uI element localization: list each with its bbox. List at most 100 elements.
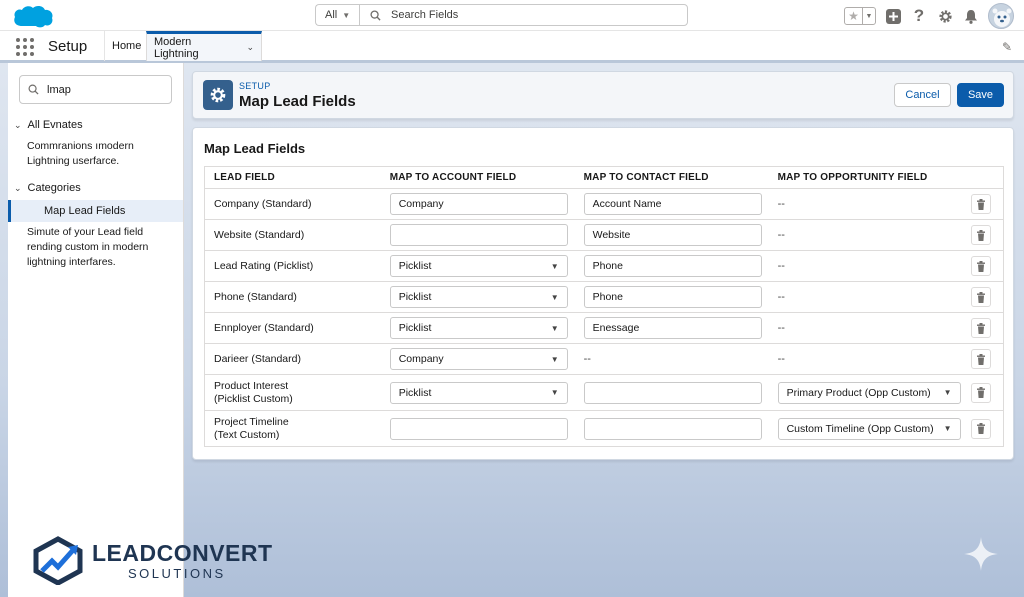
opportunity-field-empty: -- bbox=[777, 260, 785, 272]
account-field-value: Company bbox=[398, 353, 444, 365]
table-row: Project Timeline (Text Custom) Custom Time… bbox=[204, 410, 1004, 447]
account-field-value: Company bbox=[398, 198, 444, 210]
opportunity-field-cell: -- bbox=[768, 250, 962, 282]
sidebar-section-label: All Evnates bbox=[27, 119, 83, 131]
tab-home-label: Home bbox=[112, 40, 142, 52]
contact-field-input[interactable] bbox=[583, 381, 762, 404]
chevron-down-icon: ▼ bbox=[550, 292, 559, 302]
contact-field-input[interactable]: Account Name bbox=[583, 193, 762, 215]
contact-field-value: Account Name bbox=[592, 198, 662, 210]
row-actions-cell bbox=[961, 374, 1004, 411]
account-field-select[interactable]: Picklist ▼ bbox=[389, 381, 568, 404]
tab-modern-lightning-label: Modern Lightning bbox=[154, 35, 199, 60]
salesforce-cloud-icon[interactable] bbox=[12, 4, 54, 28]
account-field-cell: Picklist ▼ bbox=[380, 374, 575, 411]
opportunity-field-select[interactable]: Custom Timeline (Opp Custom) ▼ bbox=[777, 417, 961, 440]
page-header: SETUP Map Lead Fields Cancel Save bbox=[192, 71, 1014, 119]
opportunity-field-cell: -- bbox=[768, 219, 962, 251]
pencil-icon[interactable]: ✎ bbox=[1002, 40, 1012, 54]
lead-field-cell: Lead Rating (Picklist) bbox=[204, 250, 381, 282]
account-field-cell bbox=[380, 410, 575, 447]
table-row: Ennployer (Standard) Picklist ▼ Enessage -- bbox=[204, 312, 1004, 344]
column-header-contact-field: MAP TO CONTACT FIELD bbox=[574, 166, 769, 189]
table-header-row: LEAD FIELD MAP TO ACCOUNT FIELD MAP TO C… bbox=[204, 166, 1004, 189]
contact-field-input[interactable]: Phone bbox=[583, 255, 762, 277]
contact-field-input[interactable]: Phone bbox=[583, 286, 762, 308]
trash-icon[interactable] bbox=[970, 318, 991, 338]
chevron-down-icon[interactable]: ⌄ bbox=[246, 42, 254, 53]
contact-field-value: Phone bbox=[592, 291, 623, 303]
search-scope-label: All bbox=[325, 9, 338, 21]
search-icon bbox=[28, 84, 39, 95]
account-field-select[interactable]: Picklist ▼ bbox=[389, 255, 568, 277]
lead-field-name: Project Timeline bbox=[214, 415, 289, 428]
lead-field-cell: Darieer (Standard) bbox=[204, 343, 381, 375]
trash-icon[interactable] bbox=[970, 194, 991, 214]
sidebar-section-all[interactable]: ⌄ All Evnates bbox=[14, 119, 83, 131]
opportunity-field-cell: -- bbox=[768, 312, 962, 344]
lead-field-name: Phone (Standard) bbox=[214, 290, 297, 303]
account-field-select[interactable]: Company ▼ bbox=[389, 348, 568, 370]
account-field-select[interactable]: Picklist ▼ bbox=[389, 286, 568, 308]
lead-field-cell: Product Interest (Picklist Custom) bbox=[204, 374, 381, 411]
account-field-select[interactable]: Picklist ▼ bbox=[389, 317, 568, 339]
gear-icon[interactable] bbox=[936, 7, 954, 25]
favorites-group: ★ ▼ bbox=[844, 7, 876, 25]
bell-icon[interactable] bbox=[962, 7, 980, 25]
account-field-value: Picklist bbox=[398, 322, 432, 334]
sidebar-section-label: Categories bbox=[27, 182, 81, 194]
avatar[interactable] bbox=[988, 3, 1014, 29]
page-eyebrow: SETUP bbox=[239, 81, 271, 91]
trash-icon[interactable] bbox=[970, 349, 991, 369]
opportunity-field-value: Primary Product (Opp Custom) bbox=[786, 386, 931, 399]
sidebar-item-map-lead-fields[interactable]: Map Lead Fields bbox=[8, 200, 183, 222]
help-icon[interactable]: ? bbox=[910, 6, 928, 25]
contact-field-cell: Account Name bbox=[574, 188, 769, 220]
cancel-button[interactable]: Cancel bbox=[894, 83, 951, 107]
trash-icon[interactable] bbox=[970, 256, 991, 276]
column-header-lead-field: LEAD FIELD bbox=[204, 166, 381, 189]
star-icon[interactable]: ★ bbox=[845, 8, 863, 24]
column-header-account-field: MAP TO ACCOUNT FIELD bbox=[380, 166, 575, 189]
account-field-cell: Picklist ▼ bbox=[380, 250, 575, 282]
tab-home[interactable]: Home bbox=[104, 31, 148, 61]
setup-gear-icon bbox=[203, 80, 233, 110]
sidebar-section-description: Simute of your Lead field rending custom… bbox=[27, 226, 149, 268]
contact-field-input[interactable]: Enessage bbox=[583, 317, 762, 339]
table-row: Phone (Standard) Picklist ▼ Phone -- bbox=[204, 281, 1004, 313]
contact-field-empty: -- bbox=[583, 353, 591, 365]
account-field-input[interactable]: Company bbox=[389, 193, 568, 215]
search-input[interactable]: Search Fields bbox=[359, 4, 688, 26]
contact-field-value: Enessage bbox=[592, 322, 640, 334]
lead-field-name: Lead Rating (Picklist) bbox=[214, 259, 314, 272]
account-field-input[interactable] bbox=[389, 417, 568, 440]
waffle-icon[interactable] bbox=[16, 38, 34, 56]
trash-icon[interactable] bbox=[970, 287, 991, 307]
save-button[interactable]: Save bbox=[957, 83, 1004, 107]
trash-icon[interactable] bbox=[970, 418, 991, 439]
opportunity-field-cell: Custom Timeline (Opp Custom) ▼ bbox=[768, 410, 962, 447]
favorites-dropdown-icon[interactable]: ▼ bbox=[863, 8, 875, 24]
lead-field-name: Darieer (Standard) bbox=[214, 352, 301, 365]
contact-field-cell: -- bbox=[574, 343, 769, 375]
opportunity-field-select[interactable]: Primary Product (Opp Custom) ▼ bbox=[777, 381, 961, 404]
lead-field-cell: Website (Standard) bbox=[204, 219, 381, 251]
row-actions-cell bbox=[961, 250, 1004, 282]
trash-icon[interactable] bbox=[970, 225, 991, 245]
chevron-down-icon: ⌄ bbox=[14, 182, 22, 193]
lead-field-type: (Picklist Custom) bbox=[214, 392, 293, 405]
tab-modern-lightning[interactable]: Modern Lightning ⌄ bbox=[146, 31, 262, 61]
contact-field-input[interactable]: Website bbox=[583, 224, 762, 246]
opportunity-field-empty: -- bbox=[777, 291, 785, 303]
opportunity-field-cell: -- bbox=[768, 281, 962, 313]
account-field-input[interactable] bbox=[389, 224, 568, 246]
add-icon[interactable] bbox=[884, 7, 902, 25]
search-scope-select[interactable]: All ▼ bbox=[315, 4, 359, 26]
chevron-down-icon: ▼ bbox=[550, 261, 559, 271]
contact-field-input[interactable] bbox=[583, 417, 762, 440]
trash-icon[interactable] bbox=[970, 382, 991, 403]
account-field-cell: Picklist ▼ bbox=[380, 312, 575, 344]
quick-find-input[interactable]: lmap bbox=[19, 75, 172, 104]
sidebar-section-categories[interactable]: ⌄ Categories bbox=[14, 182, 81, 194]
table-row: Darieer (Standard) Company ▼ -- -- bbox=[204, 343, 1004, 375]
